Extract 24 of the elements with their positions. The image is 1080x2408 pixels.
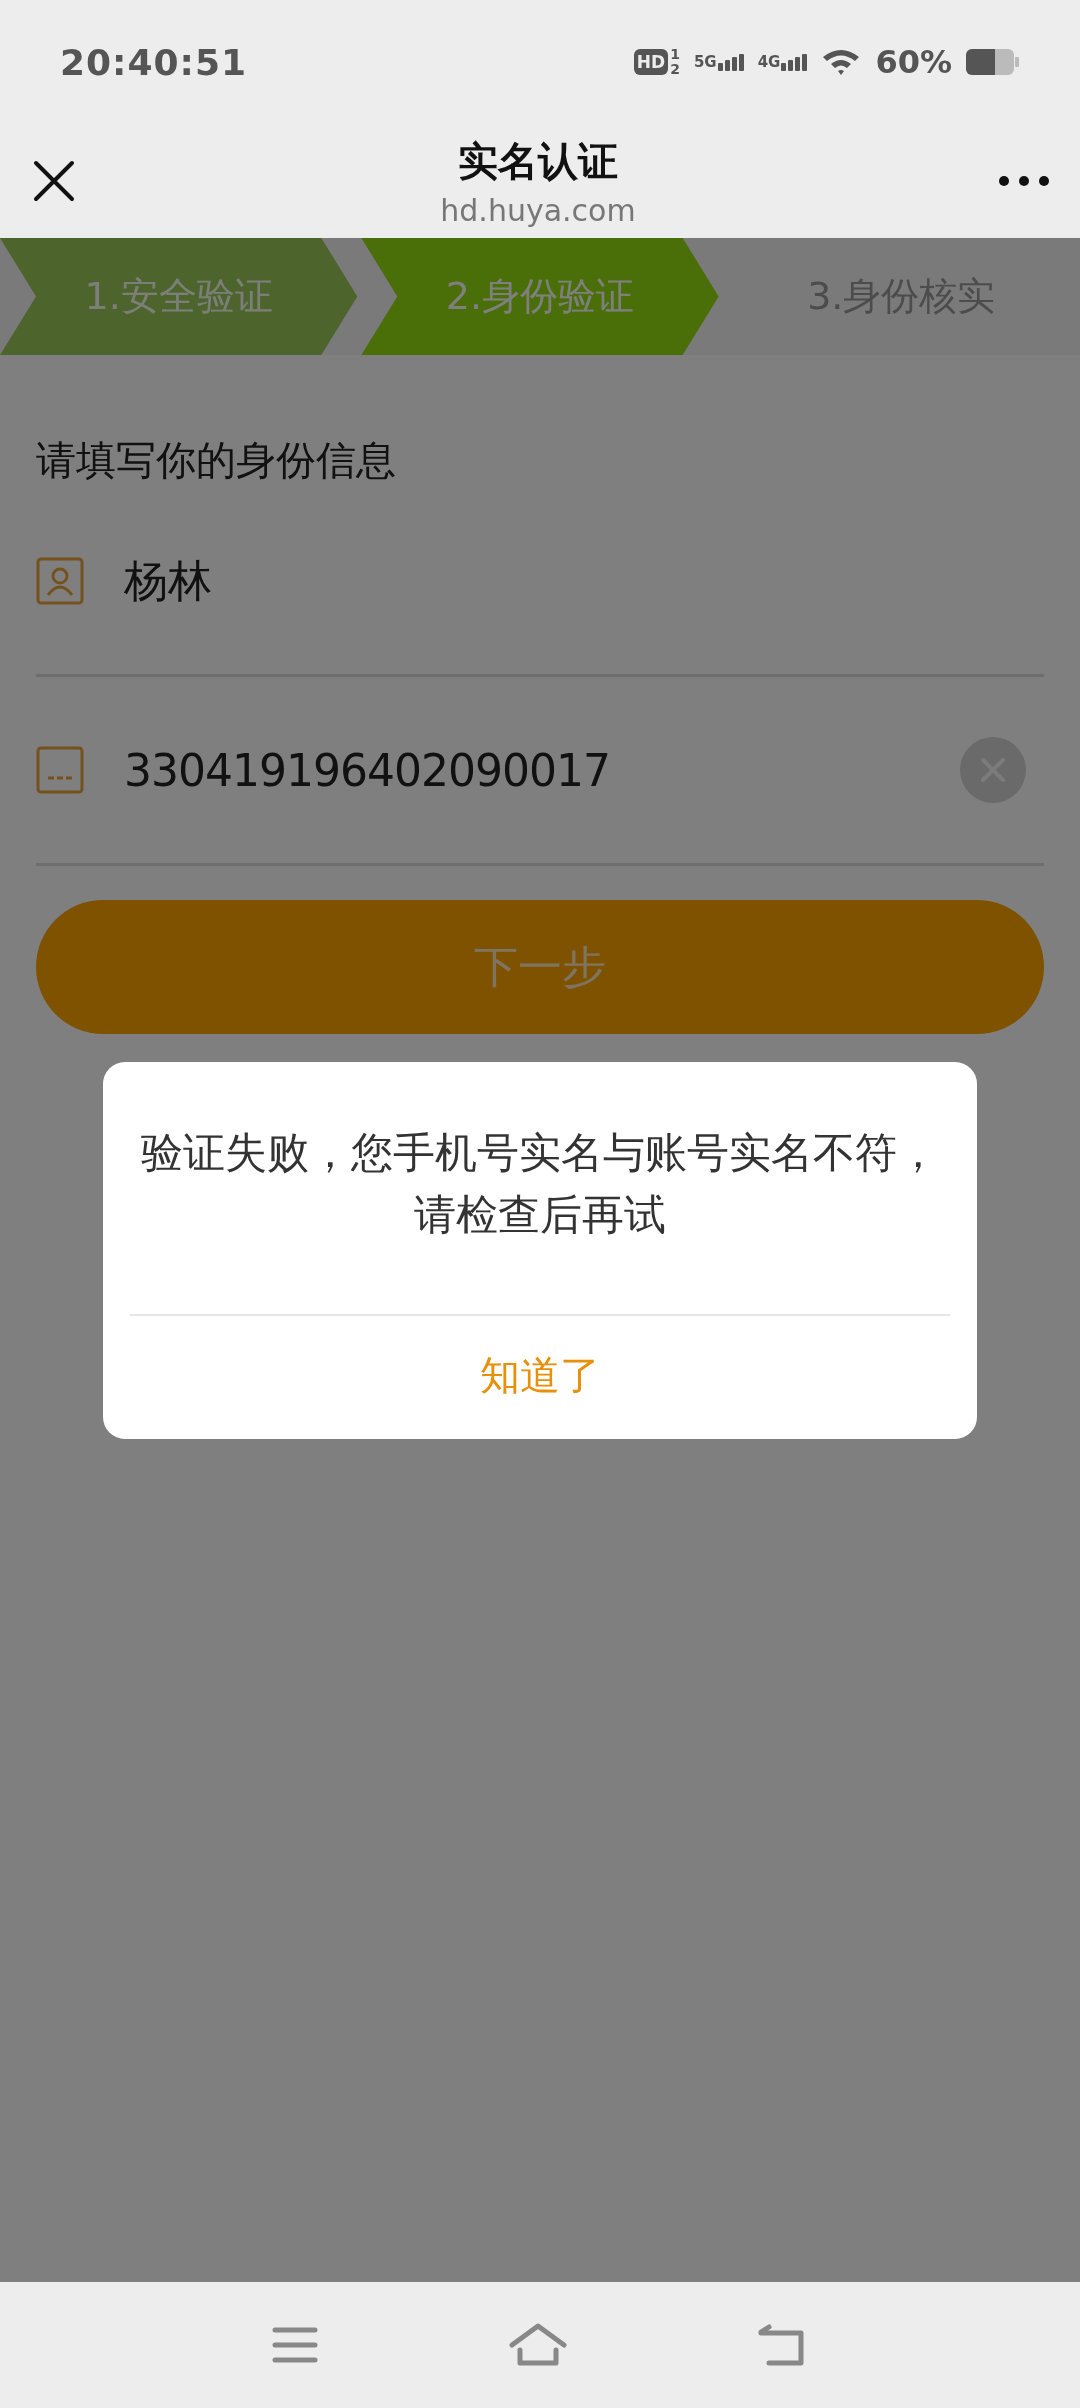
form-heading: 请填写你的身份信息 (36, 436, 397, 485)
page-title: 实名认证 (458, 137, 618, 186)
input-field[interactable]: 330419196402090017 (124, 744, 920, 796)
battery-icon (966, 47, 1020, 77)
network-type: 5G (693, 53, 717, 71)
more-icon[interactable] (998, 175, 1050, 187)
card-icon (36, 746, 84, 794)
error-message: 验证失败，您手机号实名与账号实名不符，请检查后再试 (140, 1127, 940, 1241)
clock-time: 20:40:51 (60, 41, 249, 83)
wifi-icon (821, 47, 862, 77)
step-label: 1.安全验证 (0, 238, 358, 355)
sim-slot-number: 2 (670, 62, 680, 77)
battery-percent: 60% (875, 43, 952, 81)
person-icon (36, 557, 84, 605)
hd-badge: HD (633, 49, 669, 75)
input-field[interactable]: 杨林 (124, 555, 1044, 607)
menu-icon[interactable] (271, 2325, 319, 2365)
network-type: 4G (757, 53, 781, 71)
page-url: hd.huya.com (440, 193, 636, 228)
signal-icon (781, 53, 808, 71)
sim-slot-number: 1 (670, 47, 680, 62)
signal-icon (717, 53, 744, 71)
got-it-button[interactable]: 知道了 (440, 1316, 640, 1439)
home-icon[interactable] (509, 2323, 567, 2367)
